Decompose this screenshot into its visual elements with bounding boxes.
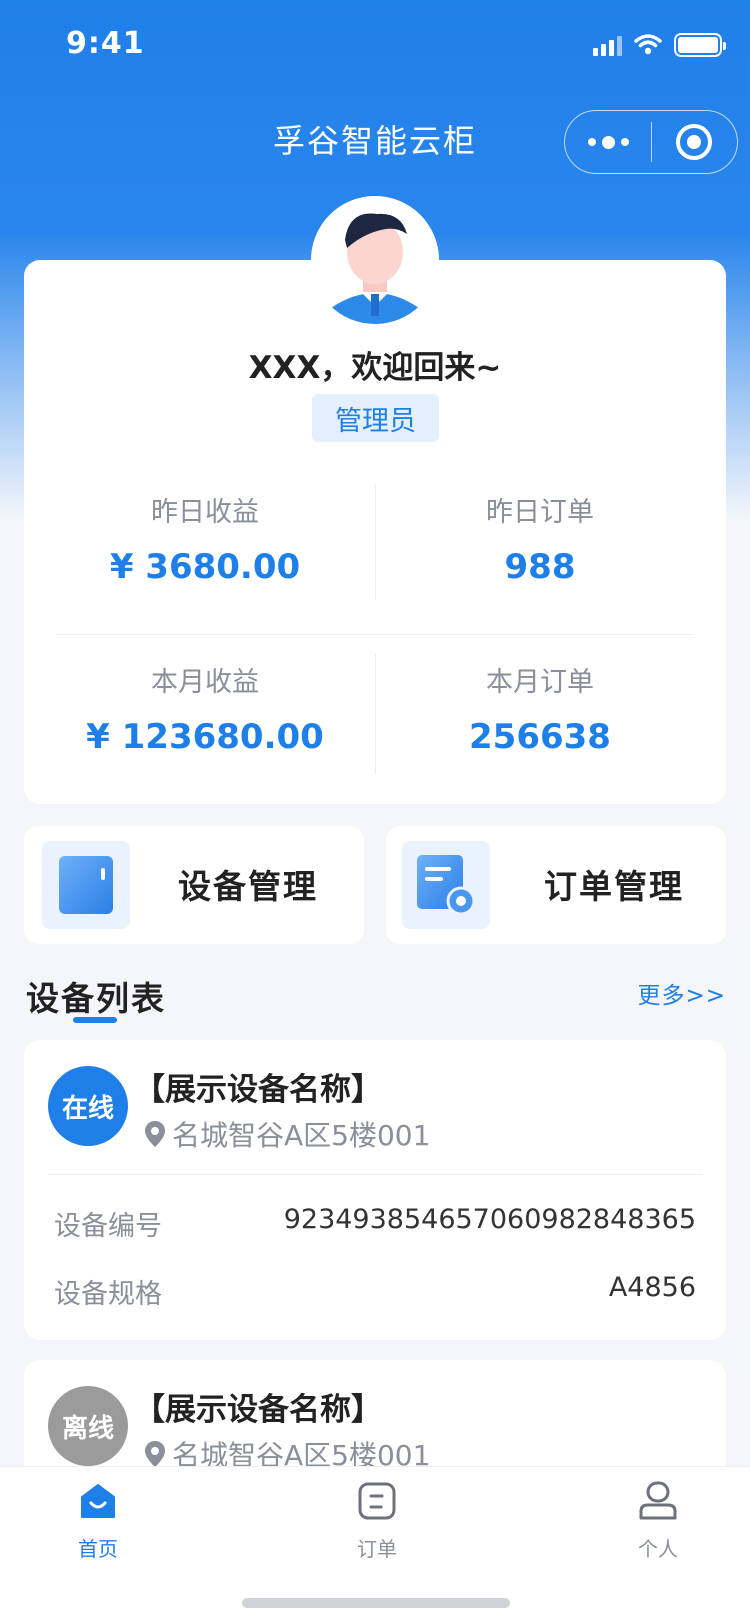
device-card[interactable]: 在线 【展示设备名称】 名城智谷A区5楼001 设备编号 92349385465… — [24, 1040, 726, 1340]
stat-divider — [375, 654, 376, 774]
order-settings-icon — [402, 841, 490, 929]
stat-divider — [375, 484, 376, 600]
stat-label: 昨日订单 — [486, 497, 594, 528]
location-pin-icon — [145, 1121, 165, 1147]
status-icons — [593, 32, 726, 58]
order-management-button[interactable]: 订单管理 — [386, 826, 726, 944]
tab-label: 首页 — [78, 1537, 118, 1561]
home-icon — [81, 1484, 115, 1518]
stat-label: 本月收益 — [151, 667, 259, 698]
tab-label: 个人 — [638, 1537, 678, 1561]
device-location-text: 名城智谷A区5楼001 — [172, 1119, 431, 1152]
stat-row-divider — [56, 634, 694, 635]
avatar — [311, 196, 439, 324]
device-icon — [42, 841, 130, 929]
device-divider — [48, 1174, 702, 1175]
location-pin-icon — [145, 1441, 165, 1467]
yesterday-income-stat: 昨日收益 ¥ 3680.00 — [40, 490, 370, 587]
spec-value: A4856 — [608, 1272, 696, 1303]
close-mini-program-button[interactable] — [652, 111, 737, 173]
device-management-button[interactable]: 设备管理 — [24, 826, 364, 944]
order-icon — [358, 1482, 396, 1520]
tab-orders[interactable]: 订单 — [317, 1481, 437, 1562]
greeting-text: XXX，欢迎回来~ — [248, 350, 502, 386]
section-underline — [73, 1017, 117, 1023]
role-badge: 管理员 — [312, 394, 439, 442]
tab-home[interactable]: 首页 — [38, 1481, 158, 1562]
stat-value: 256638 — [469, 717, 611, 757]
month-orders-stat: 本月订单 256638 — [375, 660, 705, 757]
device-location: 名城智谷A区5楼001 — [144, 1114, 430, 1154]
stat-value: 988 — [504, 547, 576, 587]
home-indicator — [242, 1598, 510, 1608]
tab-profile[interactable]: 个人 — [598, 1481, 718, 1562]
wifi-icon — [634, 34, 662, 55]
stat-label: 昨日收益 — [151, 497, 259, 528]
signal-icon — [593, 34, 622, 56]
serial-label: 设备编号 — [54, 1211, 162, 1242]
battery-icon — [674, 33, 726, 57]
target-icon — [676, 124, 713, 160]
quick-action-label: 设备管理 — [178, 867, 318, 906]
status-bar: 9:41 — [0, 0, 750, 92]
avatar-icon — [311, 196, 439, 324]
spec-label: 设备规格 — [54, 1279, 162, 1310]
status-time: 9:41 — [66, 26, 145, 61]
device-name: 【展示设备名称】 — [134, 1392, 382, 1428]
stat-value: ¥ 3680.00 — [109, 547, 301, 587]
tab-label: 订单 — [357, 1537, 397, 1561]
section-title: 设备列表 — [26, 979, 166, 1018]
offline-status-badge: 离线 — [48, 1386, 128, 1466]
mini-program-capsule — [564, 110, 738, 174]
stat-label: 本月订单 — [486, 667, 594, 698]
person-icon — [639, 1481, 677, 1520]
more-menu-button[interactable] — [565, 111, 651, 173]
more-link[interactable]: 更多>> — [637, 976, 726, 1010]
stat-value: ¥ 123680.00 — [86, 717, 324, 757]
yesterday-orders-stat: 昨日订单 988 — [375, 490, 705, 587]
quick-action-label: 订单管理 — [544, 867, 684, 906]
online-status-badge: 在线 — [48, 1066, 128, 1146]
device-name: 【展示设备名称】 — [134, 1072, 382, 1108]
serial-value: 92349385465706098​2848365 — [283, 1204, 696, 1235]
month-income-stat: 本月收益 ¥ 123680.00 — [40, 660, 370, 757]
